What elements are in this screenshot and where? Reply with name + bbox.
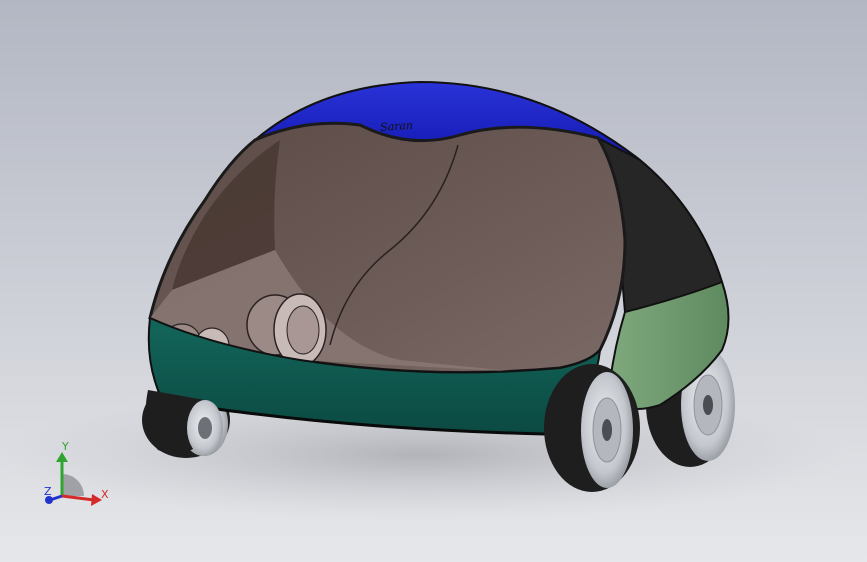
x-axis-label: X [101,488,109,501]
coordinate-triad[interactable]: Y X Z [36,438,116,518]
z-axis-label: Z [44,485,52,498]
triad-plane-indicator [62,474,84,496]
front-left-wheel [544,364,640,492]
graphics-viewport[interactable]: Saran Y X Z [0,0,867,562]
roof-emblem: Saran [380,119,414,134]
y-axis-label: Y [61,440,69,453]
x-axis-line [61,494,95,502]
y-axis-arrow-icon [56,452,68,462]
vehicle-model[interactable]: Saran [0,0,867,562]
